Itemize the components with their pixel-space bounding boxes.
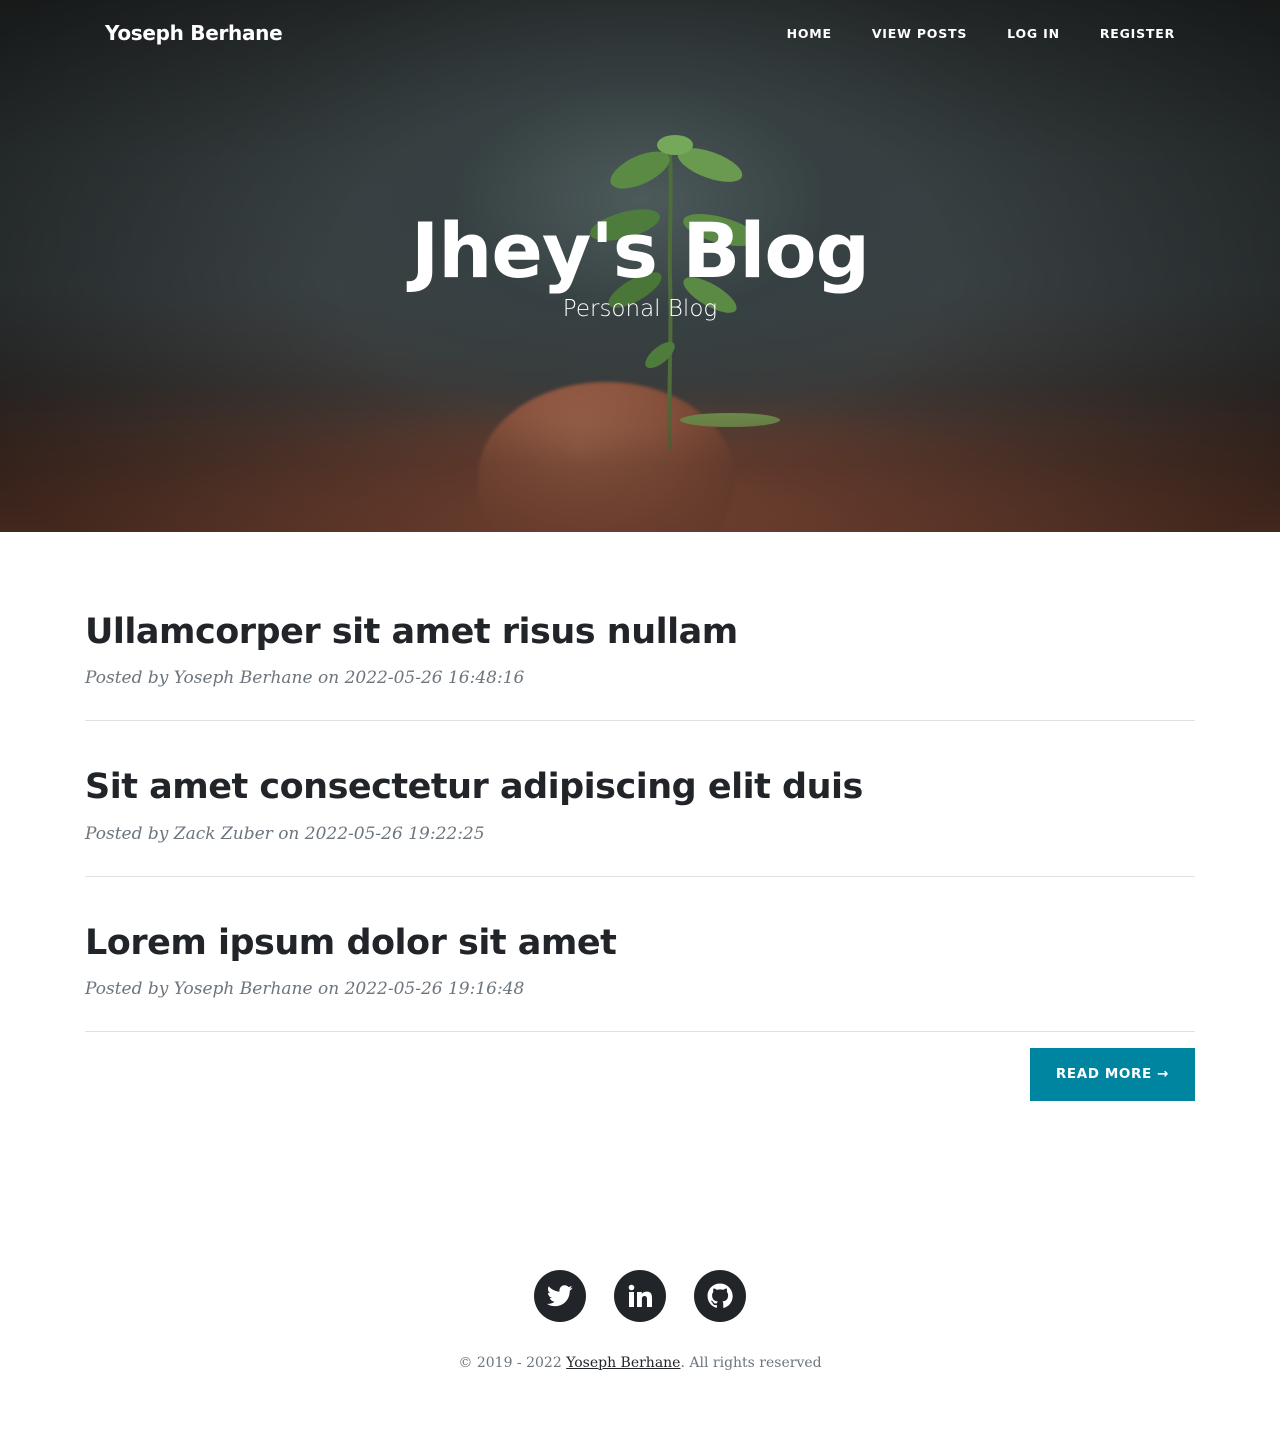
- post-meta: Posted by Yoseph Berhane on 2022-05-26 1…: [85, 668, 1195, 688]
- copyright-suffix: . All rights reserved: [680, 1355, 822, 1371]
- linkedin-icon-glyph: [628, 1284, 652, 1307]
- post-date: 2022-05-26 19:16:48: [344, 978, 525, 999]
- copyright-text: © 2019 - 2022 Yoseph Berhane. All rights…: [0, 1355, 1280, 1371]
- post-meta-prefix: Posted by: [85, 823, 174, 844]
- post-list: Ullamcorper sit amet risus nullam Posted…: [85, 532, 1195, 1101]
- post-author: Zack Zuber: [173, 823, 273, 844]
- copyright-prefix: © 2019 - 2022: [458, 1355, 567, 1371]
- post-meta-on: on: [312, 668, 345, 689]
- post-meta-on: on: [272, 823, 305, 844]
- post-author: Yoseph Berhane: [173, 668, 313, 689]
- site-footer: © 2019 - 2022 Yoseph Berhane. All rights…: [0, 1270, 1280, 1371]
- main-navbar: Yoseph Berhane Home View Posts Log In Re…: [0, 0, 1280, 66]
- post-meta-prefix: Posted by: [85, 978, 174, 999]
- post-preview: Sit amet consectetur adipiscing elit dui…: [85, 767, 1195, 877]
- copyright-author-link[interactable]: Yoseph Berhane: [566, 1355, 680, 1371]
- post-preview: Ullamcorper sit amet risus nullam Posted…: [85, 612, 1195, 722]
- hero-heading: Jhey's Blog Personal Blog: [0, 205, 1280, 322]
- post-title-link[interactable]: Lorem ipsum dolor sit amet: [85, 923, 1195, 963]
- pager: Read More →: [85, 1047, 1195, 1101]
- post-meta: Posted by Zack Zuber on 2022-05-26 19:22…: [85, 824, 1195, 844]
- nav-link-log-in[interactable]: Log In: [987, 26, 1080, 41]
- github-icon-glyph: [707, 1283, 733, 1308]
- hero-header: Yoseph Berhane Home View Posts Log In Re…: [0, 0, 1280, 532]
- post-title-link[interactable]: Ullamcorper sit amet risus nullam: [85, 612, 1195, 652]
- post-date: 2022-05-26 16:48:16: [344, 668, 525, 689]
- read-more-button[interactable]: Read More →: [1029, 1047, 1195, 1101]
- post-meta-on: on: [312, 978, 345, 999]
- post-author: Yoseph Berhane: [173, 978, 313, 999]
- social-links: [0, 1270, 1280, 1322]
- page-subtitle: Personal Blog: [562, 296, 718, 323]
- post-meta: Posted by Yoseph Berhane on 2022-05-26 1…: [85, 979, 1195, 999]
- nav-link-home[interactable]: Home: [767, 26, 852, 41]
- post-date: 2022-05-26 19:22:25: [304, 823, 485, 844]
- nav-link-view-posts[interactable]: View Posts: [852, 26, 987, 41]
- nav-link-register[interactable]: Register: [1080, 26, 1195, 41]
- github-icon[interactable]: [694, 1270, 746, 1322]
- post-meta-prefix: Posted by: [85, 668, 174, 689]
- twitter-icon[interactable]: [534, 1270, 586, 1322]
- post-preview: Lorem ipsum dolor sit amet Posted by Yos…: [85, 923, 1195, 1032]
- nav-links: Home View Posts Log In Register: [767, 26, 1195, 41]
- linkedin-icon[interactable]: [614, 1270, 666, 1322]
- twitter-icon-glyph: [547, 1285, 573, 1307]
- brand-link[interactable]: Yoseph Berhane: [105, 21, 283, 45]
- page-title: Jhey's Blog: [410, 206, 870, 295]
- post-title-link[interactable]: Sit amet consectetur adipiscing elit dui…: [85, 767, 1195, 807]
